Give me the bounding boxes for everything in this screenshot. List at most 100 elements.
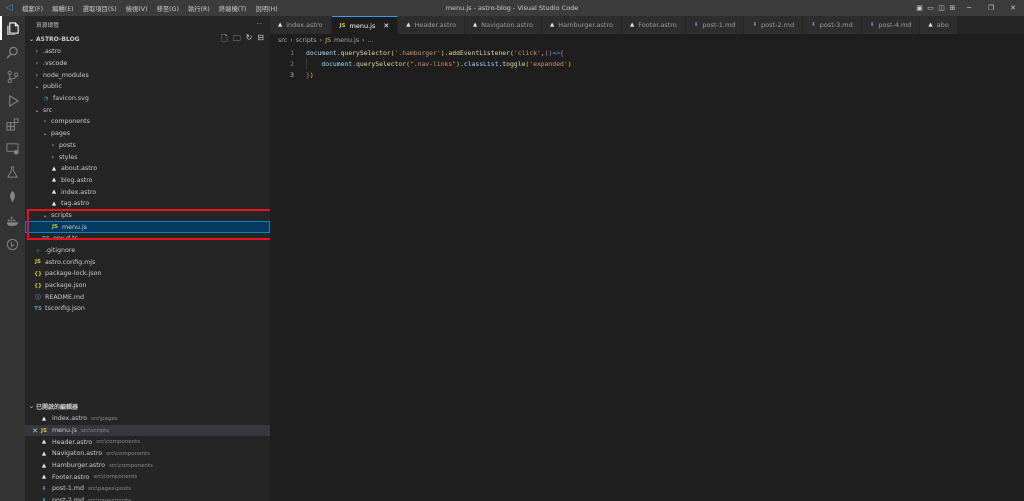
mongodb-icon[interactable] (0, 184, 25, 208)
run-debug-icon[interactable] (0, 88, 25, 112)
tree-item-label: posts (59, 141, 76, 149)
folder-row[interactable]: › styles (25, 151, 270, 163)
open-editor-item[interactable]: ▲ Footer.astro src\components (25, 471, 270, 483)
folder-row[interactable]: › posts (25, 140, 270, 152)
editor-tab[interactable]: ▲ Header.astro (398, 16, 466, 34)
file-row[interactable]: {} package-lock.json (25, 268, 270, 280)
open-editor-item[interactable]: ▲ Navigaton.astro src\components (25, 448, 270, 460)
astro-file-icon: ▲ (629, 22, 635, 28)
menu-item[interactable]: 編輯(E) (52, 4, 74, 13)
docker-icon[interactable] (0, 208, 25, 232)
folder-row[interactable]: › .astro (25, 46, 270, 58)
activity-bar (0, 16, 25, 501)
customize-layout-icon[interactable]: ⊞ (947, 0, 958, 16)
toggle-panel-icon[interactable]: ▭ (925, 0, 936, 16)
folder-row[interactable]: ⌄ public (25, 81, 270, 93)
open-editor-item[interactable]: ▲ Hamburger.astro src\components (25, 460, 270, 472)
menu-item[interactable]: 選取項目(S) (83, 4, 117, 13)
tree-item-label: about.astro (61, 165, 98, 173)
open-editor-item[interactable]: ⬇ post-1.md src\pages\posts (25, 483, 270, 495)
title-bar: ◁ 檔案(F) 編輯(E) 選取項目(S) 檢視(V) 移至(G) 執行(R) 終端機(T)… (0, 0, 1024, 16)
editor-tab[interactable]: ▲ index.astro (270, 16, 332, 34)
open-editor-item[interactable]: ▲ Header.astro src\components (25, 436, 270, 448)
editor-tab[interactable]: ⬇ post-1.md (685, 16, 745, 34)
timeline-icon[interactable] (0, 232, 25, 256)
open-editor-name: index.astro (52, 415, 88, 423)
source-control-icon[interactable] (0, 64, 25, 88)
restore-button[interactable]: ❐ (980, 0, 1002, 16)
editor-tab[interactable]: ⬇ post-4.md (861, 16, 921, 34)
new-folder-icon[interactable]: 🗀 (233, 33, 241, 47)
editor-tab[interactable]: ▲ Navigaton.astro (465, 16, 543, 34)
extensions-icon[interactable] (0, 112, 25, 136)
folder-row[interactable]: › components (25, 116, 270, 128)
close-window-button[interactable]: ✕ (1002, 0, 1024, 16)
file-row[interactable]: ▲ index.astro (25, 186, 270, 198)
file-row[interactable]: ◔ favicon.svg (25, 93, 270, 105)
editor-tab[interactable]: ▲ Footer.astro (621, 16, 686, 34)
file-row[interactable]: JS menu.js (25, 221, 270, 233)
chevron-down-icon: ⌄ (34, 106, 40, 114)
open-editor-item[interactable]: ⬇ post-2.md src\pages\posts (25, 495, 270, 501)
editor-tab[interactable]: ⬇ post-2.md (744, 16, 804, 34)
file-row[interactable]: TS env.d.ts (25, 233, 270, 245)
tree-item-label: node_modules (43, 71, 89, 79)
open-editors-header[interactable]: ⌄ 已開啟的編輯器 (25, 400, 270, 413)
menu-item[interactable]: 檔案(F) (22, 4, 43, 13)
editor-tab[interactable]: ⬇ post-3.md (803, 16, 862, 34)
file-tree: › .astro › .vscode › node_modules ⌄ public ◔ favi… (25, 46, 270, 315)
file-row[interactable]: ▲ tag.astro (25, 198, 270, 210)
code-editor[interactable]: 1 document. querySelector('.hamburger'). ad… (270, 46, 1024, 80)
toggle-primary-sidebar-icon[interactable]: ▣ (914, 0, 925, 16)
toggle-secondary-sidebar-icon[interactable]: ◫ (936, 0, 947, 16)
close-tab-icon[interactable]: ✕ (383, 22, 389, 30)
file-row[interactable]: {} package.json (25, 280, 270, 292)
breadcrumb-item[interactable]: menu.js (334, 37, 359, 44)
menu-item[interactable]: 說明(H) (256, 4, 278, 13)
open-editor-item[interactable]: ✕ JS menu.js src\scripts (25, 424, 270, 437)
folder-row[interactable]: ⌄ pages (25, 128, 270, 140)
menu-item[interactable]: 檢視(V) (126, 4, 148, 13)
folder-row[interactable]: › node_modules (25, 69, 270, 81)
project-section-header[interactable]: ⌄ ASTRO-BLOG 🗋 🗀 ↻ ⊟ (25, 33, 270, 46)
code-token: document (306, 48, 337, 57)
remote-explorer-icon[interactable] (0, 136, 25, 160)
collapse-all-icon[interactable]: ⊟ (257, 33, 264, 47)
search-icon[interactable] (0, 40, 25, 64)
open-editor-item[interactable]: ▲ index.astro src\pages (25, 413, 270, 425)
menu-item[interactable]: 執行(R) (188, 4, 210, 13)
close-icon[interactable]: ✕ (25, 427, 39, 435)
folder-row[interactable]: ⌄ scripts (25, 210, 270, 222)
file-row[interactable]: ▲ blog.astro (25, 175, 270, 187)
more-actions-icon[interactable]: ··· (256, 22, 262, 28)
explorer-icon[interactable] (0, 16, 25, 40)
folder-row[interactable]: ⌄ src (25, 104, 270, 116)
minimize-button[interactable]: ─ (958, 0, 980, 16)
breadcrumb-item[interactable]: src (278, 37, 287, 44)
breadcrumb-item[interactable]: scripts (296, 37, 317, 44)
chevron-right-icon: › (361, 36, 365, 44)
new-file-icon[interactable]: 🗋 (221, 33, 227, 47)
editor-tab[interactable]: ▲ Hamburger.astro (542, 16, 622, 34)
file-row[interactable]: ▲ about.astro (25, 163, 270, 175)
file-row[interactable]: ⓘ README.md (25, 291, 270, 303)
testing-icon[interactable] (0, 160, 25, 184)
open-editor-name: Header.astro (52, 438, 93, 446)
editor-tab[interactable]: ▲ abo (920, 16, 958, 34)
astro-file-icon: ▲ (473, 22, 478, 28)
file-row[interactable]: TS tsconfig.json (25, 303, 270, 315)
folder-row[interactable]: › .vscode (25, 58, 270, 70)
breadcrumb-item[interactable]: ... (368, 37, 374, 44)
code-token: ) (309, 70, 314, 79)
open-editor-name: Navigaton.astro (52, 450, 103, 458)
file-row[interactable]: ◈ .gitignore (25, 245, 270, 257)
menu-item[interactable]: 移至(G) (157, 4, 179, 13)
file-row[interactable]: JS astro.config.mjs (25, 256, 270, 268)
json-file-icon: {} (34, 270, 42, 277)
chevron-right-icon: › (51, 141, 55, 149)
refresh-icon[interactable]: ↻ (246, 33, 253, 47)
menu-item[interactable]: 終端機(T) (219, 4, 247, 13)
astro-file-icon: ▲ (41, 462, 47, 469)
editor-tab[interactable]: JS menu.js ✕ (331, 16, 399, 34)
tree-item-label: .vscode (43, 60, 68, 68)
